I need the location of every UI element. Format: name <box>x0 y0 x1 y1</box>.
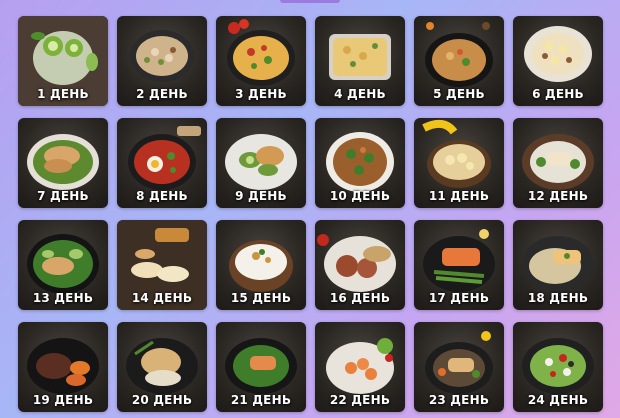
meal-plan-grid: 1 ДЕНЬ 2 ДЕНЬ 3 ДЕНЬ 4 ДЕНЬ 5 ДЕНЬ 6 ДЕН… <box>18 16 603 412</box>
day-card-24[interactable]: 24 ДЕНЬ <box>513 322 603 412</box>
day-label: 16 ДЕНЬ <box>329 291 391 305</box>
day-label: 13 ДЕНЬ <box>32 291 94 305</box>
day-card-1[interactable]: 1 ДЕНЬ <box>18 16 108 106</box>
day-label: 19 ДЕНЬ <box>32 393 94 407</box>
day-card-4[interactable]: 4 ДЕНЬ <box>315 16 405 106</box>
day-label: 5 ДЕНЬ <box>433 87 485 101</box>
day-card-16[interactable]: 16 ДЕНЬ <box>315 220 405 310</box>
day-label: 4 ДЕНЬ <box>334 87 386 101</box>
day-card-12[interactable]: 12 ДЕНЬ <box>513 118 603 208</box>
day-card-23[interactable]: 23 ДЕНЬ <box>414 322 504 412</box>
day-label: 2 ДЕНЬ <box>136 87 188 101</box>
day-card-8[interactable]: 8 ДЕНЬ <box>117 118 207 208</box>
day-label: 24 ДЕНЬ <box>527 393 589 407</box>
day-card-2[interactable]: 2 ДЕНЬ <box>117 16 207 106</box>
day-card-3[interactable]: 3 ДЕНЬ <box>216 16 306 106</box>
day-card-10[interactable]: 10 ДЕНЬ <box>315 118 405 208</box>
day-label: 10 ДЕНЬ <box>329 189 391 203</box>
day-card-14[interactable]: 14 ДЕНЬ <box>117 220 207 310</box>
day-label: 22 ДЕНЬ <box>329 393 391 407</box>
top-accent-bar <box>280 0 340 3</box>
day-card-7[interactable]: 7 ДЕНЬ <box>18 118 108 208</box>
day-label: 17 ДЕНЬ <box>428 291 490 305</box>
day-label: 15 ДЕНЬ <box>230 291 292 305</box>
day-card-17[interactable]: 17 ДЕНЬ <box>414 220 504 310</box>
day-label: 18 ДЕНЬ <box>527 291 589 305</box>
day-card-15[interactable]: 15 ДЕНЬ <box>216 220 306 310</box>
day-label: 3 ДЕНЬ <box>235 87 287 101</box>
day-label: 6 ДЕНЬ <box>532 87 584 101</box>
day-card-6[interactable]: 6 ДЕНЬ <box>513 16 603 106</box>
day-card-11[interactable]: 11 ДЕНЬ <box>414 118 504 208</box>
day-label: 11 ДЕНЬ <box>428 189 490 203</box>
day-label: 23 ДЕНЬ <box>428 393 490 407</box>
day-label: 21 ДЕНЬ <box>230 393 292 407</box>
day-card-5[interactable]: 5 ДЕНЬ <box>414 16 504 106</box>
day-card-13[interactable]: 13 ДЕНЬ <box>18 220 108 310</box>
day-label: 7 ДЕНЬ <box>37 189 89 203</box>
day-label: 20 ДЕНЬ <box>131 393 193 407</box>
day-card-18[interactable]: 18 ДЕНЬ <box>513 220 603 310</box>
day-card-21[interactable]: 21 ДЕНЬ <box>216 322 306 412</box>
day-card-22[interactable]: 22 ДЕНЬ <box>315 322 405 412</box>
day-label: 14 ДЕНЬ <box>131 291 193 305</box>
day-label: 9 ДЕНЬ <box>235 189 287 203</box>
day-label: 1 ДЕНЬ <box>37 87 89 101</box>
day-label: 12 ДЕНЬ <box>527 189 589 203</box>
day-card-9[interactable]: 9 ДЕНЬ <box>216 118 306 208</box>
day-card-19[interactable]: 19 ДЕНЬ <box>18 322 108 412</box>
day-label: 8 ДЕНЬ <box>136 189 188 203</box>
day-card-20[interactable]: 20 ДЕНЬ <box>117 322 207 412</box>
